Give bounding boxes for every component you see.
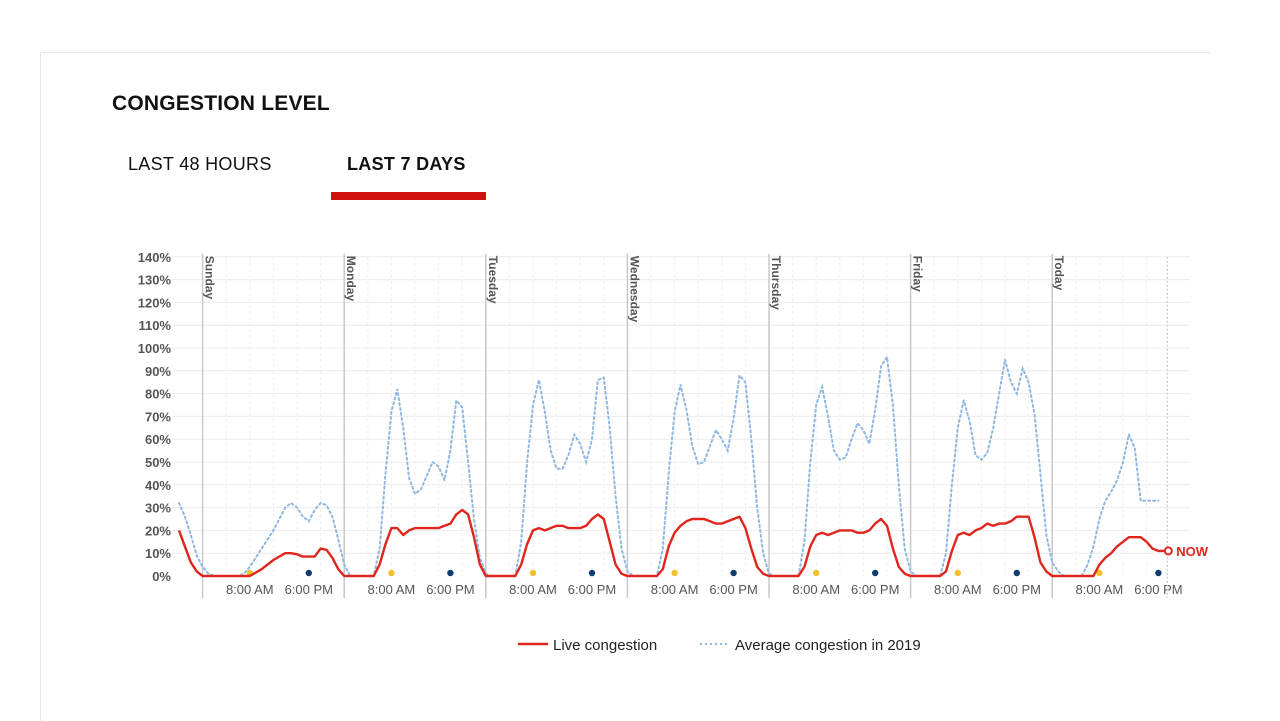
y-tick-label: 110%: [138, 318, 171, 333]
y-tick-label: 0%: [152, 569, 171, 584]
y-tick-label: 50%: [145, 455, 171, 470]
y-tick-label: 90%: [145, 364, 171, 379]
evening-marker-dot: [872, 569, 879, 577]
x-tick-label: 8:00 AM: [368, 582, 416, 597]
x-tick-label: 8:00 AM: [934, 582, 982, 597]
x-tick-label: 6:00 PM: [709, 582, 757, 597]
morning-marker-dot: [529, 569, 537, 577]
y-tick-label: 80%: [145, 387, 171, 402]
y-tick-label: 100%: [138, 341, 172, 356]
morning-marker-dot: [813, 569, 820, 577]
evening-marker-dot: [1013, 569, 1020, 577]
y-tick-label: 20%: [145, 523, 171, 538]
evening-marker-dot: [730, 569, 737, 577]
day-label: Today: [1052, 256, 1066, 291]
legend-live-label: Live congestion: [553, 637, 657, 654]
average-congestion-line: [178, 354, 1160, 577]
x-tick-label: 6:00 PM: [568, 582, 616, 597]
morning-marker-dot: [954, 569, 961, 577]
x-tick-label: 6:00 PM: [285, 582, 333, 597]
now-label: NOW: [1176, 544, 1209, 559]
legend-average-label: Average congestion in 2019: [735, 637, 921, 654]
x-tick-label: 8:00 AM: [226, 582, 274, 597]
y-tick-label: 30%: [145, 501, 171, 516]
x-tick-label: 8:00 AM: [651, 582, 699, 597]
now-marker: [1163, 546, 1173, 556]
morning-marker-dot: [671, 569, 678, 577]
day-label: Sunday: [203, 256, 217, 300]
y-tick-label: 60%: [145, 432, 171, 447]
day-label: Monday: [344, 256, 358, 302]
day-label: Wednesday: [627, 256, 641, 323]
x-tick-label: 6:00 PM: [426, 582, 474, 597]
x-tick-label: 6:00 PM: [1134, 582, 1182, 597]
evening-marker-dot: [1155, 569, 1162, 577]
y-tick-label: 140%: [138, 250, 172, 265]
evening-marker-dot: [305, 569, 312, 577]
y-tick-label: 10%: [145, 546, 171, 561]
congestion-chart: 0% 10% 20% 30% 40% 50% 60% 70% 80% 90% 100% 110% 120…: [138, 250, 1209, 654]
evening-marker-dot: [447, 569, 454, 577]
x-tick-label: 8:00 AM: [509, 582, 557, 597]
y-tick-label: 130%: [138, 273, 172, 288]
x-tick-label: 6:00 PM: [993, 582, 1041, 597]
x-tick-label: 6:00 PM: [851, 582, 899, 597]
live-congestion-line: [177, 508, 1165, 578]
day-label: Tuesday: [486, 256, 500, 304]
x-tick-label: 8:00 AM: [792, 582, 840, 597]
x-tick-label: 8:00 AM: [1076, 582, 1124, 597]
y-tick-label: 70%: [145, 409, 171, 424]
day-label: Thursday: [769, 256, 783, 310]
y-tick-label: 40%: [145, 478, 171, 493]
evening-marker-dot: [588, 569, 596, 577]
y-tick-label: 120%: [138, 295, 172, 310]
morning-marker-dot: [388, 569, 395, 577]
day-label: Friday: [911, 256, 925, 292]
